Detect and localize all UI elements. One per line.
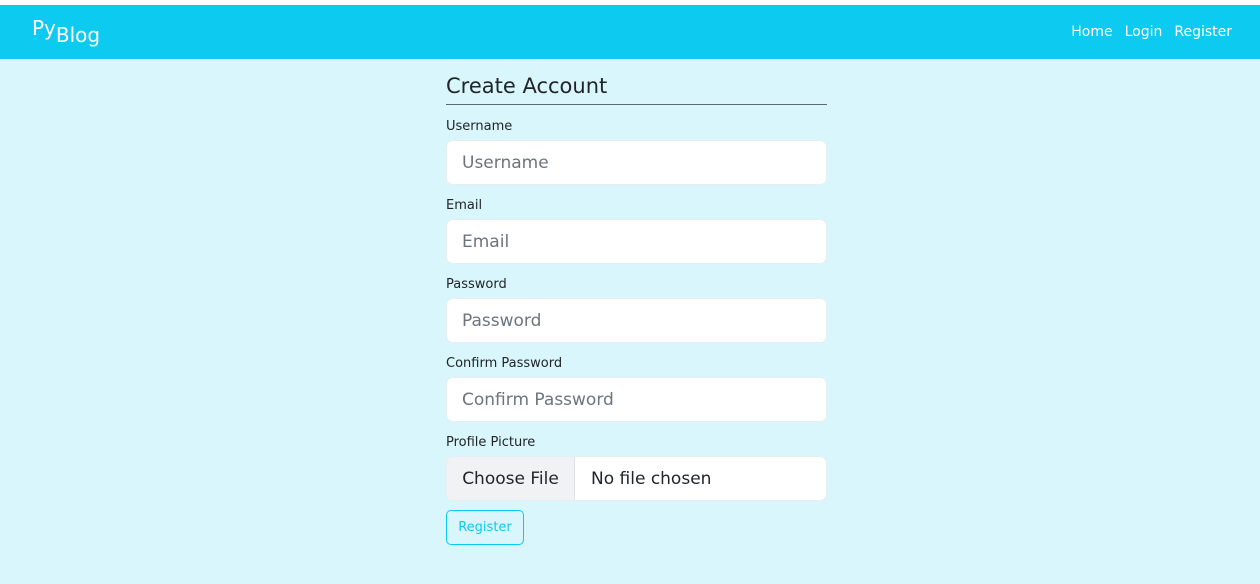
file-status-text: No file chosen: [591, 468, 712, 489]
nav-links: Home Login Register: [1071, 22, 1232, 42]
confirm-password-label: Confirm Password: [446, 356, 563, 371]
email-label: Email: [446, 198, 483, 213]
username-input[interactable]: [446, 140, 827, 185]
register-button[interactable]: Register: [446, 510, 524, 545]
create-account-form: Create Account Username Email Password C…: [446, 70, 827, 545]
page: PyBlog Home Login Register Create Accoun…: [0, 0, 1260, 584]
brand-sub: Blog: [55, 23, 101, 47]
navbar: PyBlog Home Login Register: [0, 5, 1260, 59]
brand-logo[interactable]: PyBlog: [32, 16, 100, 47]
nav-home-link[interactable]: Home: [1071, 22, 1112, 42]
form-title: Create Account: [446, 70, 827, 105]
nav-register-link[interactable]: Register: [1174, 22, 1232, 42]
brand-main: Py: [32, 16, 56, 40]
password-label: Password: [446, 277, 507, 292]
username-label: Username: [446, 119, 513, 134]
profile-picture-file-input[interactable]: Choose File No file chosen: [446, 456, 827, 501]
profile-picture-label: Profile Picture: [446, 435, 536, 450]
confirm-password-input[interactable]: [446, 377, 827, 422]
nav-login-link[interactable]: Login: [1125, 22, 1163, 42]
email-input[interactable]: [446, 219, 827, 264]
choose-file-button[interactable]: Choose File: [447, 457, 575, 500]
password-input[interactable]: [446, 298, 827, 343]
